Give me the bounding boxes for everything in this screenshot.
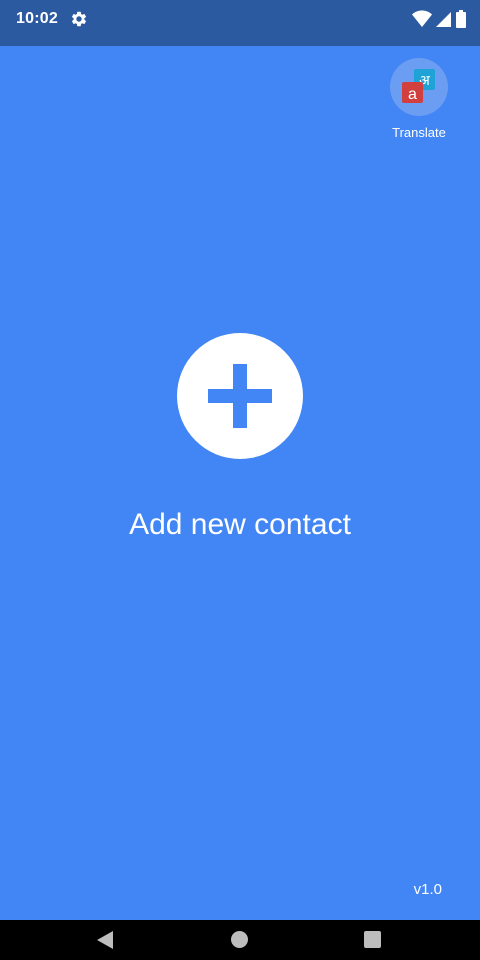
- plus-icon-vertical: [233, 364, 247, 428]
- status-time: 10:02: [16, 10, 58, 27]
- status-bar: 10:02: [0, 0, 480, 46]
- recent-apps-icon[interactable]: [364, 931, 381, 948]
- settings-gear-icon: [70, 10, 88, 28]
- main-content: अ a Translate Add new contact v1.0: [0, 46, 480, 920]
- version-label: v1.0: [413, 881, 442, 898]
- add-new-contact-label[interactable]: Add new contact: [0, 508, 480, 542]
- navigation-bar: [0, 920, 480, 960]
- translate-bubble-button[interactable]: अ a: [390, 58, 448, 116]
- back-icon[interactable]: [96, 931, 114, 954]
- battery-icon: [456, 10, 466, 28]
- add-new-contact-button[interactable]: [177, 333, 303, 459]
- wifi-icon: [412, 10, 432, 28]
- translate-app-icon: अ a: [402, 69, 435, 103]
- cellular-signal-icon: [436, 10, 452, 28]
- home-icon[interactable]: [231, 931, 248, 948]
- translate-glyph-latin: a: [408, 86, 417, 103]
- translate-label: Translate: [392, 125, 446, 140]
- status-icons: [412, 9, 466, 29]
